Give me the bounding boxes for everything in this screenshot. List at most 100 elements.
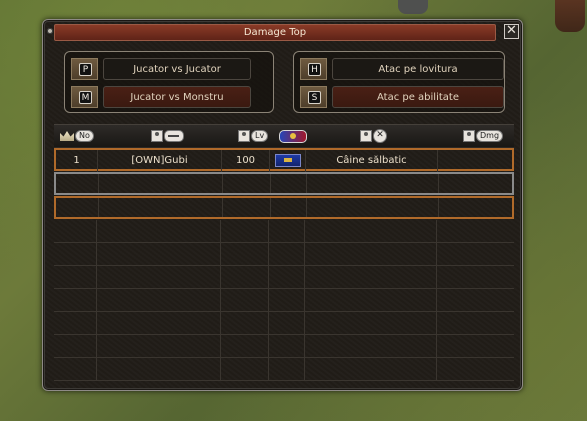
column-divider: [268, 335, 269, 357]
table-row[interactable]: [54, 243, 514, 266]
column-divider: [306, 198, 307, 217]
column-divider: [304, 289, 305, 311]
column-divider: [220, 358, 221, 380]
damage-cell: [438, 150, 516, 172]
column-divider: [438, 174, 439, 193]
column-divider: [220, 335, 221, 357]
column-divider: [98, 198, 99, 217]
column-divider: [96, 243, 97, 265]
column-divider: [304, 243, 305, 265]
column-divider: [436, 358, 437, 380]
column-divider: [220, 266, 221, 288]
header-level[interactable]: Lv: [238, 129, 269, 143]
column-divider: [268, 289, 269, 311]
hit-attack-button[interactable]: Atac pe lovitura: [332, 58, 504, 80]
column-divider: [220, 243, 221, 265]
key-label: S: [308, 91, 321, 104]
column-divider: [304, 335, 305, 357]
key-h-icon[interactable]: H: [300, 58, 327, 80]
column-divider: [222, 174, 223, 193]
column-divider: [304, 220, 305, 242]
column-divider: [436, 312, 437, 334]
column-divider: [268, 358, 269, 380]
close-button[interactable]: ✕: [504, 24, 519, 39]
table-row[interactable]: [54, 196, 514, 219]
skill-attack-button[interactable]: Atac pe abilitate: [332, 86, 504, 108]
column-divider: [304, 358, 305, 380]
sword-icon: [164, 130, 184, 142]
character-icon: [238, 130, 250, 142]
background-character: [398, 0, 428, 14]
player-mode-group: P Jucator vs Jucator M Jucator vs Monstr…: [64, 51, 274, 113]
column-divider: [306, 174, 307, 193]
key-s-icon[interactable]: S: [300, 86, 327, 108]
header-target[interactable]: ✕: [360, 129, 387, 143]
character-icon: [463, 130, 475, 142]
column-divider: [222, 198, 223, 217]
column-divider: [96, 266, 97, 288]
column-divider: [268, 243, 269, 265]
column-divider: [304, 312, 305, 334]
column-divider: [220, 289, 221, 311]
key-label: H: [308, 63, 321, 76]
name-cell: [OWN]Gubi: [98, 150, 222, 172]
column-divider: [436, 266, 437, 288]
column-divider: [436, 335, 437, 357]
rank-label: No: [75, 130, 94, 142]
header-empire[interactable]: [279, 129, 307, 143]
key-m-icon[interactable]: M: [71, 86, 98, 108]
level-cell: 100: [222, 150, 270, 172]
table-row[interactable]: [54, 312, 514, 335]
rank-cell: 1: [56, 150, 98, 172]
column-divider: [220, 220, 221, 242]
table-row[interactable]: [54, 358, 514, 381]
damage-label: Dmg: [476, 130, 504, 142]
column-divider: [268, 266, 269, 288]
column-divider: [436, 289, 437, 311]
column-divider: [436, 243, 437, 265]
empire-flag-icon: [274, 153, 301, 167]
column-divider: [96, 335, 97, 357]
column-divider: [96, 289, 97, 311]
key-label: P: [79, 63, 92, 76]
column-divider: [438, 198, 439, 217]
background-character-2: [555, 0, 585, 32]
mode-hit-attack[interactable]: H Atac pe lovitura: [300, 58, 504, 80]
table-row[interactable]: [54, 172, 514, 195]
crown-icon: [60, 131, 74, 141]
column-divider: [98, 174, 99, 193]
table-row[interactable]: [54, 266, 514, 289]
damage-top-window: Damage Top ✕ P Jucator vs Jucator M Juca…: [42, 19, 523, 391]
table-row[interactable]: [54, 220, 514, 243]
table-row[interactable]: [54, 335, 514, 358]
level-label: Lv: [251, 130, 269, 142]
header-name[interactable]: [151, 129, 184, 143]
table-header: No Lv ✕ Dmg: [54, 124, 514, 147]
header-rank[interactable]: No: [60, 129, 94, 143]
window-title[interactable]: Damage Top: [54, 24, 496, 41]
column-divider: [270, 198, 271, 217]
column-divider: [96, 220, 97, 242]
column-divider: [304, 266, 305, 288]
character-icon: [151, 130, 163, 142]
column-divider: [96, 312, 97, 334]
column-divider: [220, 312, 221, 334]
pvp-button[interactable]: Jucator vs Jucator: [103, 58, 251, 80]
attack-mode-group: H Atac pe lovitura S Atac pe abilitate: [293, 51, 505, 113]
character-icon: [360, 130, 372, 142]
cross-icon: ✕: [373, 129, 387, 143]
pvm-button[interactable]: Jucator vs Monstru: [103, 86, 251, 108]
mode-skill-attack[interactable]: S Atac pe abilitate: [300, 86, 504, 108]
table-row[interactable]: [54, 289, 514, 312]
column-divider: [436, 220, 437, 242]
empire-flag-icon: [279, 129, 307, 143]
key-p-icon[interactable]: P: [71, 58, 98, 80]
mode-pvp[interactable]: P Jucator vs Jucator: [71, 58, 267, 80]
target-cell: Câine sălbatic: [306, 150, 438, 172]
empire-cell: [270, 150, 306, 172]
mode-pvm[interactable]: M Jucator vs Monstru: [71, 86, 267, 108]
header-damage[interactable]: Dmg: [463, 129, 504, 143]
column-divider: [270, 174, 271, 193]
table-row[interactable]: 1 [OWN]Gubi 100 Câine sălbatic: [54, 148, 516, 172]
pin-icon[interactable]: [47, 28, 53, 34]
